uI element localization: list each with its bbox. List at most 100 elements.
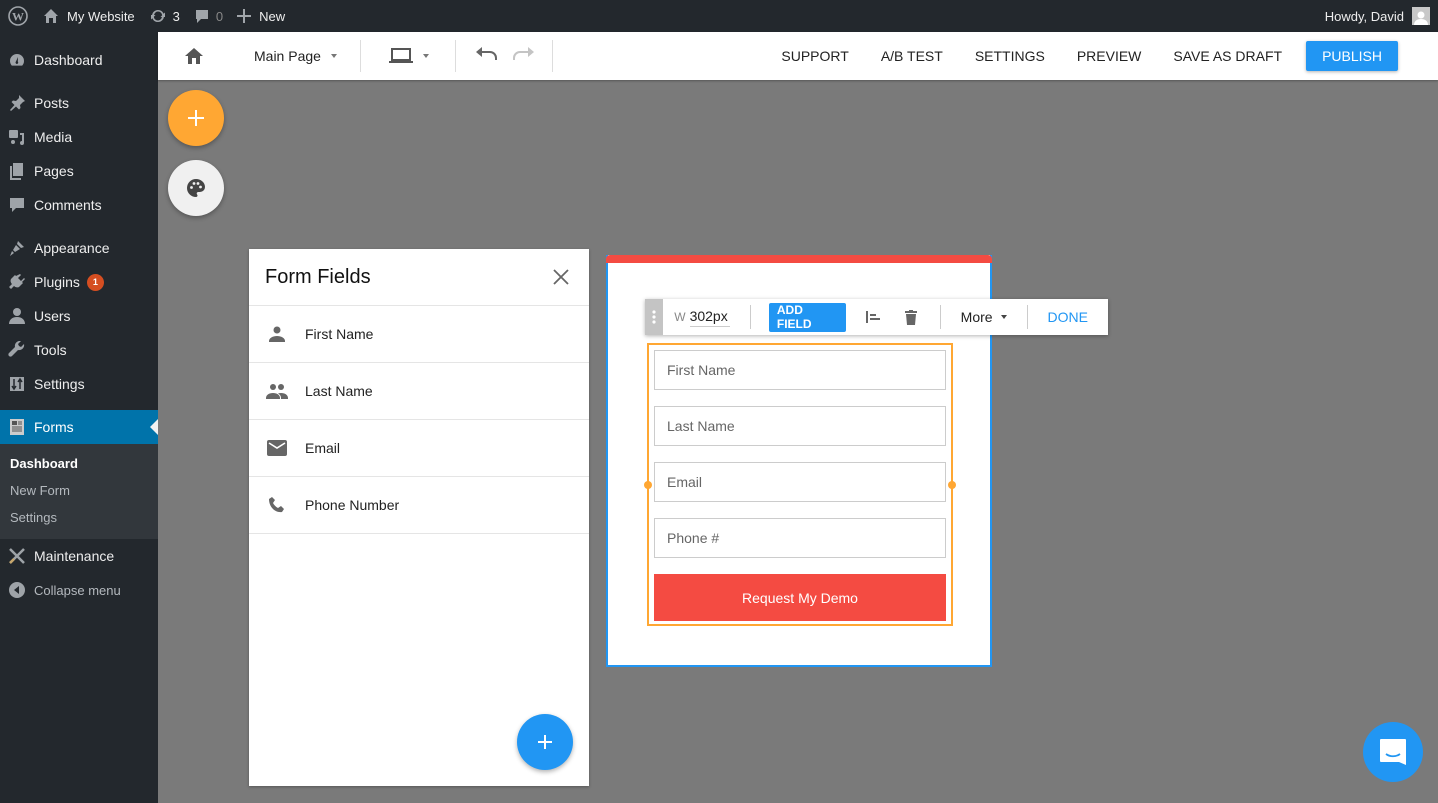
sidebar-item-maintenance[interactable]: Maintenance [0,539,158,573]
more-label: More [960,309,993,325]
resize-handle-left[interactable] [644,481,652,489]
sidebar-item-settings[interactable]: Settings [0,367,158,401]
updates-icon [150,9,165,23]
sidebar-item-label: Maintenance [34,548,115,564]
block-toolbar: W 302px ADD FIELD More DONE [645,299,1108,335]
site-name-link[interactable]: My Website [36,0,142,32]
new-content-link[interactable]: New [230,0,292,32]
submenu-item-dashboard[interactable]: Dashboard [0,450,158,477]
avatar [1412,7,1430,25]
comments-link[interactable]: 0 [187,0,230,32]
sidebar-item-forms[interactable]: Forms [0,410,158,444]
first-name-field[interactable]: First Name [654,350,946,390]
publish-button[interactable]: PUBLISH [1306,41,1398,71]
field-item-email[interactable]: Email [249,420,589,477]
media-icon [8,128,26,146]
add-field-button[interactable]: ADD FIELD [768,302,847,332]
sidebar-item-users[interactable]: Users [0,299,158,333]
comment-icon [195,10,208,23]
updates-link[interactable]: 3 [142,0,187,32]
wordpress-logo-button[interactable]: W [0,0,36,32]
trash-icon [905,309,918,325]
plus-icon [237,9,252,23]
sidebar-item-label: Collapse menu [34,582,121,598]
page-select[interactable]: Main Page [230,48,360,64]
sidebar-item-pages[interactable]: Pages [0,154,158,188]
sidebar-item-comments[interactable]: Comments [0,188,158,222]
sidebar-item-plugins[interactable]: Plugins 1 [0,265,158,299]
phone-field[interactable]: Phone # [654,518,946,558]
field-item-label: Phone Number [305,497,400,513]
settings-button[interactable]: SETTINGS [959,48,1061,64]
palette-icon [187,179,205,197]
field-item-label: Email [305,440,341,456]
submenu-item-settings[interactable]: Settings [0,504,158,531]
sidebar-item-label: Dashboard [34,52,103,68]
chat-icon [1380,739,1406,765]
redo-button[interactable] [512,46,534,66]
align-button[interactable] [863,307,882,327]
forms-icon [8,418,26,436]
sidebar-item-label: Pages [34,163,74,179]
user-icon [8,307,26,325]
builder-toolbar: Main Page SUPPORT A/B TEST SETTINGS PREV… [158,32,1438,80]
sidebar-item-label: Comments [34,197,102,213]
done-button[interactable]: DONE [1028,309,1108,325]
comment-icon [8,196,26,214]
my-account[interactable]: Howdy, David [1325,7,1438,25]
width-input[interactable]: 302px [689,308,730,327]
resize-handle-right[interactable] [948,481,956,489]
email-field[interactable]: Email [654,462,946,502]
plugin-icon [8,273,26,291]
wrench-icon [8,341,26,359]
drag-handle[interactable] [645,299,664,335]
preview-button[interactable]: PREVIEW [1061,48,1158,64]
block-top-accent [606,255,992,263]
people-icon [266,380,288,402]
undo-button[interactable] [476,46,498,66]
wordpress-icon: W [8,6,28,26]
sidebar-item-tools[interactable]: Tools [0,333,158,367]
sidebar-item-label: Users [34,308,71,324]
delete-button[interactable] [902,307,921,327]
site-name: My Website [67,8,135,24]
save-as-draft-button[interactable]: SAVE AS DRAFT [1157,48,1298,64]
email-icon [266,437,288,459]
home-button[interactable] [158,47,230,65]
sidebar-item-posts[interactable]: Posts [0,86,158,120]
close-icon [553,269,569,285]
theme-button[interactable] [168,160,224,216]
collapse-menu-button[interactable]: Collapse menu [0,573,158,607]
settings-icon [8,375,26,393]
request-demo-button[interactable]: Request My Demo [654,574,946,621]
add-field-fab[interactable] [517,714,573,770]
ab-test-button[interactable]: A/B TEST [865,48,959,64]
field-item-first-name[interactable]: First Name [249,306,589,363]
sidebar-item-label: Appearance [34,240,110,256]
sidebar-item-dashboard[interactable]: Dashboard [0,43,158,77]
dashboard-icon [8,51,26,69]
form-selection-frame[interactable]: First Name Last Name Email Phone # Reque… [644,343,956,626]
close-button[interactable] [549,265,573,289]
device-select[interactable] [361,48,455,64]
field-item-label: First Name [305,326,374,342]
sidebar-item-media[interactable]: Media [0,120,158,154]
last-name-field[interactable]: Last Name [654,406,946,446]
chevron-down-icon [330,54,337,58]
more-menu-button[interactable]: More [941,309,1027,325]
sidebar-item-appearance[interactable]: Appearance [0,231,158,265]
field-item-phone-number[interactable]: Phone Number [249,477,589,534]
person-icon [266,323,288,345]
greeting: Howdy, David [1324,8,1404,24]
support-button[interactable]: SUPPORT [765,48,864,64]
chevron-down-icon [423,54,429,58]
submenu-item-new-form[interactable]: New Form [0,477,158,504]
field-item-last-name[interactable]: Last Name [249,363,589,420]
page-select-value: Main Page [254,48,321,64]
panel-title: Form Fields [265,265,371,288]
pin-icon [8,94,26,112]
add-element-button[interactable] [168,90,224,146]
sidebar-item-label: Media [34,129,73,145]
field-item-label: Last Name [305,383,373,399]
chat-launcher[interactable] [1363,722,1423,782]
